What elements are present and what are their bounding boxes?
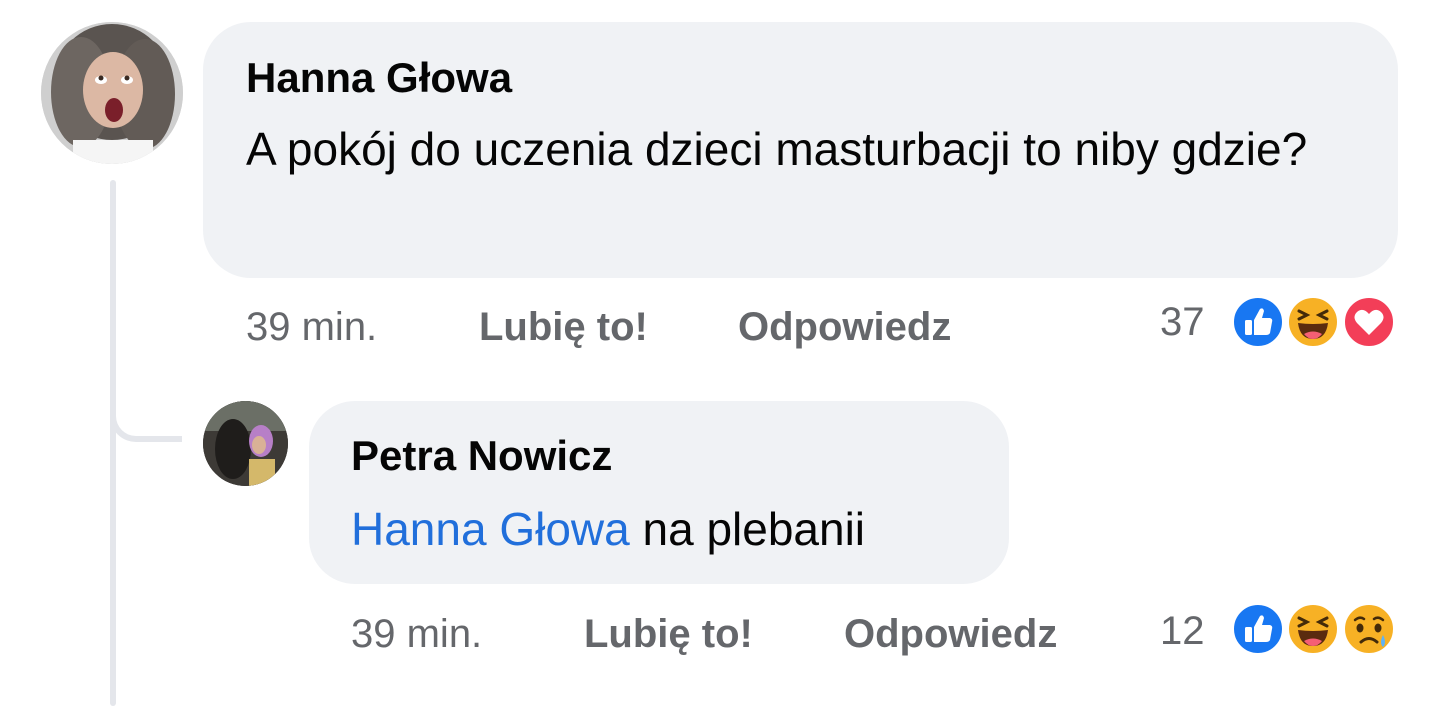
comment-timestamp[interactable]: 39 min. <box>246 303 377 351</box>
reaction-count[interactable]: 37 <box>1160 298 1205 346</box>
avatar[interactable] <box>41 22 183 164</box>
love-icon[interactable] <box>1341 294 1397 350</box>
sad-icon[interactable] <box>1341 601 1397 657</box>
reply-button[interactable]: Odpowiedz <box>844 610 1057 658</box>
haha-icon[interactable] <box>1285 294 1341 350</box>
comment-timestamp[interactable]: 39 min. <box>351 610 482 658</box>
comment-author[interactable]: Hanna Głowa <box>246 54 512 102</box>
thread-line <box>110 180 116 706</box>
comment-text: A pokój do uczenia dzieci masturbacji to… <box>246 123 1308 175</box>
thread-connector <box>110 380 182 442</box>
like-button[interactable]: Lubię to! <box>479 303 648 351</box>
mention-link[interactable]: Hanna Głowa <box>351 503 630 555</box>
haha-icon[interactable] <box>1285 601 1341 657</box>
like-button[interactable]: Lubię to! <box>584 610 753 658</box>
reaction-count[interactable]: 12 <box>1160 607 1205 655</box>
like-icon[interactable] <box>1230 294 1286 350</box>
comment-text-body: na plebanii <box>629 503 866 555</box>
like-icon[interactable] <box>1230 601 1286 657</box>
comment-text: Hanna Głowa na plebanii <box>351 496 865 562</box>
comment-author[interactable]: Petra Nowicz <box>351 432 612 480</box>
reply-button[interactable]: Odpowiedz <box>738 303 951 351</box>
avatar[interactable] <box>203 401 288 486</box>
